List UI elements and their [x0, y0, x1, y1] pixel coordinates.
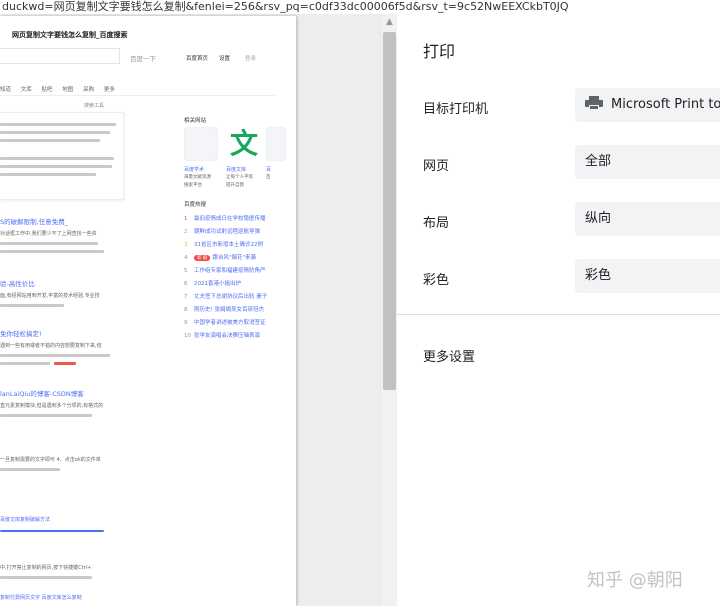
- destination-select[interactable]: Microsoft Print to PDF: [575, 88, 720, 122]
- tab-more: 更多: [103, 87, 115, 93]
- preview-home-link: 百度首页: [186, 56, 209, 62]
- print-preview-area: 网页复制文字要钱怎么复制_百度搜索 百度一下 百度首页 设置 登录 知道 文库 …: [0, 14, 380, 606]
- layout-value: 纵向: [585, 211, 612, 226]
- url-bar[interactable]: duckwd=网页复制文字要钱怎么复制&fenlei=256&rsv_pq=c0…: [0, 0, 720, 14]
- preview-related-desc: 让每个人平等: [226, 175, 253, 180]
- preview-settings-link: 设置: [219, 56, 231, 62]
- hot-item: 2 朝鲜成功试射远程巡航导弹: [184, 229, 261, 235]
- result-title: S的破解限制,任意免费_: [0, 218, 68, 226]
- preview-page: 网页复制文字要钱怎么复制_百度搜索 百度一下 百度首页 设置 登录 知道 文库 …: [0, 16, 296, 606]
- wenku-logo-icon: 文: [229, 127, 258, 160]
- destination-label: 目标打印机: [423, 102, 489, 117]
- preview-related-desc: 提升自我: [226, 183, 244, 188]
- preview-related-name: 百度学术: [184, 167, 205, 173]
- preview-scrollbar[interactable]: ▲: [380, 14, 397, 606]
- printer-icon: [585, 96, 603, 110]
- preview-login-link: 登录: [245, 56, 257, 62]
- layout-select[interactable]: 纵向: [575, 202, 720, 236]
- hot-item: 4 新·剧 跟台风"烟花"来袭: [184, 255, 256, 261]
- scroll-up-arrow-icon[interactable]: ▲: [381, 14, 398, 30]
- preview-related-name: 百: [266, 167, 272, 173]
- preview-featured-card: [0, 112, 124, 200]
- pages-select[interactable]: 全部: [575, 145, 720, 179]
- preview-search-box: [0, 48, 120, 64]
- color-value: 彩色: [585, 268, 612, 283]
- hot-item: 9 中国学者讲述被美方取消签证: [184, 320, 266, 326]
- preview-tabs: 知道 文库 贴吧 地图 采购 更多: [0, 85, 280, 95]
- preview-search-button: 百度一下: [130, 55, 156, 63]
- preview-related-card-3: [266, 127, 286, 161]
- result-snippet: 面,有经网站用到开发,丰富的技术经验,专业技: [0, 293, 100, 299]
- hot-item: 10 张学友演唱会决赛压轴表演: [184, 333, 261, 339]
- hot-badge: 新·剧: [194, 255, 211, 261]
- watermark: 知乎 @朝阳: [587, 570, 683, 591]
- preview-page-title: 网页复制文字要钱怎么复制_百度搜索: [12, 31, 128, 39]
- preview-related-name: 百度文库: [226, 167, 247, 173]
- preview-divider: [0, 95, 275, 96]
- tab-map: 地图: [62, 87, 74, 93]
- hot-item: 1 最旧疫情成日在学校隐匿传播: [184, 216, 266, 222]
- color-select[interactable]: 彩色: [575, 259, 720, 293]
- tab-tieba: 贴吧: [41, 87, 53, 93]
- result-snippet: 一旦复制需要的文字即可 4、点击ok的文件单: [0, 457, 101, 463]
- result-title: lanLaiQiu的博客-CSDN博客: [0, 390, 84, 398]
- result-snippet: 对话框工作中,我们要少不了上网查找一些资: [0, 231, 97, 237]
- result-title: 验-高性价比: [0, 280, 35, 288]
- preview-related-desc: 搜索平台: [184, 183, 202, 188]
- scroll-thumb[interactable]: [383, 32, 396, 390]
- print-title: 打印: [423, 42, 456, 61]
- pages-label: 网页: [423, 159, 450, 174]
- preview-search-tools: 搜索工具: [84, 103, 105, 109]
- preview-related-desc: 海量文献资源: [184, 175, 211, 180]
- tab-zhidao: 知道: [0, 87, 12, 93]
- panel-divider: [397, 314, 720, 315]
- hot-item: 7 丈夫签下总谢协议后出轨 妻子: [184, 294, 268, 300]
- print-settings-panel: 打印 目标打印机 Microsoft Print to PDF 网页 全部 布局…: [397, 14, 720, 606]
- result-related: 百度文库复制破解方法: [0, 517, 51, 523]
- hot-item: 5 工作组专家和福建疫情防角严: [184, 268, 266, 274]
- tab-wenku: 文库: [20, 87, 32, 93]
- result-title: 免你轻松搞定!: [0, 330, 42, 338]
- preview-related-desc: 百: [266, 175, 271, 180]
- hot-item: 8 刚历史! 张娟娟吴女百穿冠杰: [184, 307, 264, 313]
- hot-item: 3 31省区市新增本土确诊22例: [184, 242, 263, 248]
- tab-purchase: 采购: [83, 87, 95, 93]
- result-snippet: 中,打开禁止复制的网页,按下快捷键Ctrl+: [0, 565, 92, 571]
- color-label: 彩色: [423, 273, 450, 288]
- pages-value: 全部: [585, 154, 612, 169]
- result-snippet: 遇到一些有用或者不错的内容想要复制下来,结: [0, 343, 102, 349]
- result-related: 复制付费网页文字 百度文库怎么复制: [0, 595, 82, 601]
- preview-related-card-xueshu: [184, 127, 218, 161]
- preview-related-title: 相关网站: [184, 118, 207, 124]
- destination-value: Microsoft Print to PDF: [611, 97, 720, 112]
- layout-label: 布局: [423, 216, 450, 231]
- hot-item: 6 2021香港小姐出炉: [184, 281, 241, 287]
- more-settings-toggle[interactable]: 更多设置: [423, 346, 475, 365]
- preview-hot-title: 百度热搜: [184, 202, 207, 208]
- result-snippet: 直元素复制模块,但是遇到多个分项的,有格式的: [0, 403, 104, 409]
